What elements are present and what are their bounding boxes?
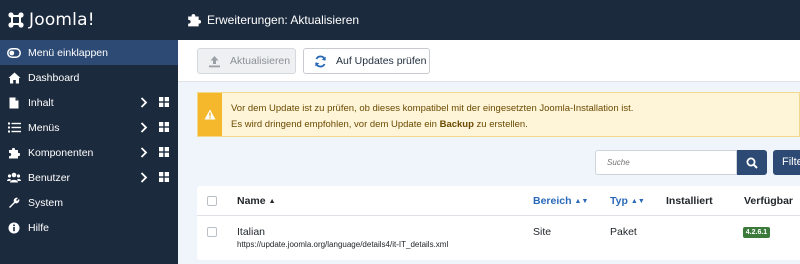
column-header-verfuegbar: Verfügbar xyxy=(744,195,794,207)
sidebar-item-dashboard[interactable]: Dashboard xyxy=(0,65,178,90)
brand-logo[interactable]: Joomla! xyxy=(0,0,178,40)
joomla-logo-icon xyxy=(8,12,24,28)
sidebar-item-label: Menüs xyxy=(28,121,60,134)
chevron-right-icon[interactable] xyxy=(140,97,148,108)
warning-icon xyxy=(204,109,216,120)
column-header-typ[interactable]: Typ ▲▼ xyxy=(610,195,645,207)
dashboard-grid-icon[interactable] xyxy=(159,97,169,107)
sidebar-item-inhalt[interactable]: Inhalt xyxy=(0,90,178,115)
sidebar-item-label: Hilfe xyxy=(28,221,50,234)
sidebar-item-hilfe[interactable]: Hilfe xyxy=(0,215,178,240)
table-header: Name ▲ Bereich ▲▼ Typ ▲▼ Installiert Verfüg… xyxy=(197,186,800,216)
search-button[interactable] xyxy=(737,150,767,175)
wrench-icon xyxy=(7,196,21,210)
toolbar: Aktualisieren Auf Updates prüfen xyxy=(178,40,800,82)
chevron-right-icon[interactable] xyxy=(140,147,148,158)
column-header-bereich-label: Bereich xyxy=(533,195,572,207)
dashboard-grid-icon[interactable] xyxy=(159,122,169,132)
cell-typ: Paket xyxy=(610,226,637,238)
row-checkbox[interactable] xyxy=(207,227,217,237)
check-updates-button[interactable]: Auf Updates prüfen xyxy=(303,48,430,74)
sidebar-item-system[interactable]: System xyxy=(0,190,178,215)
column-header-typ-label: Typ xyxy=(610,195,628,207)
alert-accent xyxy=(198,93,222,136)
cell-bereich: Site xyxy=(533,226,552,238)
page-header: Erweiterungen: Aktualisieren xyxy=(178,0,800,40)
refresh-icon xyxy=(315,55,326,67)
home-icon xyxy=(7,71,21,85)
sidebar-item-label: Dashboard xyxy=(28,71,80,84)
sidebar-item-benutzer[interactable]: Benutzer xyxy=(0,165,178,190)
alert-line-2-prefix: Es wird dringend empfohlen, vor dem Upda… xyxy=(231,119,440,130)
version-badge: 4.2.6.1 xyxy=(743,227,770,238)
update-url: https://update.joomla.org/language/detai… xyxy=(237,240,449,249)
sort-asc-icon: ▲ xyxy=(268,198,276,205)
info-icon xyxy=(7,221,21,235)
search-input[interactable] xyxy=(595,150,737,175)
page-title: Erweiterungen: Aktualisieren xyxy=(207,13,360,27)
puzzle-icon xyxy=(188,14,201,27)
alert-line-2-suffix: zu erstellen. xyxy=(473,119,528,130)
users-icon xyxy=(7,171,21,185)
alert-text: Vor dem Update ist zu prüfen, ob dieses … xyxy=(231,101,633,133)
upload-icon xyxy=(209,55,220,67)
alert-line-2: Es wird dringend empfohlen, vor dem Upda… xyxy=(231,117,633,133)
extension-name: Italian xyxy=(237,226,266,238)
sidebar-item-menu-toggle[interactable]: Menü einklappen xyxy=(0,40,178,65)
column-header-bereich[interactable]: Bereich ▲▼ xyxy=(533,195,588,207)
toggle-icon xyxy=(7,46,21,60)
warning-alert: Vor dem Update ist zu prüfen, ob dieses … xyxy=(197,92,800,137)
update-button[interactable]: Aktualisieren xyxy=(197,48,296,74)
sidebar-item-komponenten[interactable]: Komponenten xyxy=(0,140,178,165)
chevron-right-icon[interactable] xyxy=(140,122,148,133)
sidebar-item-label: Menü einklappen xyxy=(28,46,108,59)
chevron-right-icon[interactable] xyxy=(140,172,148,183)
sidebar-item-menues[interactable]: Menüs xyxy=(0,115,178,140)
dashboard-grid-icon[interactable] xyxy=(159,172,169,182)
updates-table: Name ▲ Bereich ▲▼ Typ ▲▼ Installiert Verfüg… xyxy=(197,186,800,260)
list-icon xyxy=(7,121,21,135)
sort-icon: ▲▼ xyxy=(630,198,645,205)
update-button-label: Aktualisieren xyxy=(230,55,291,67)
check-updates-label: Auf Updates prüfen xyxy=(336,55,427,67)
sidebar: Joomla! Menü einklappen Dashboard Inhalt… xyxy=(0,0,178,264)
column-header-name[interactable]: Name ▲ xyxy=(237,195,276,207)
sidebar-item-label: System xyxy=(28,196,64,209)
brand-name: Joomla! xyxy=(29,10,95,30)
alert-backup-emphasis: Backup xyxy=(439,119,474,130)
sidebar-item-label: Komponenten xyxy=(28,146,94,159)
sidebar-item-label: Inhalt xyxy=(28,96,54,109)
puzzle-icon xyxy=(7,146,21,160)
alert-line-1: Vor dem Update ist zu prüfen, ob dieses … xyxy=(231,103,634,114)
select-all-checkbox[interactable] xyxy=(207,196,217,206)
sort-icon: ▲▼ xyxy=(574,198,589,205)
file-icon xyxy=(7,96,21,110)
search-icon xyxy=(746,157,758,169)
sidebar-item-label: Benutzer xyxy=(28,171,71,184)
filter-options-button[interactable]: Filte xyxy=(773,150,800,175)
dashboard-grid-icon[interactable] xyxy=(159,147,169,157)
column-header-name-label: Name xyxy=(237,195,266,207)
column-header-installiert: Installiert xyxy=(666,195,713,207)
